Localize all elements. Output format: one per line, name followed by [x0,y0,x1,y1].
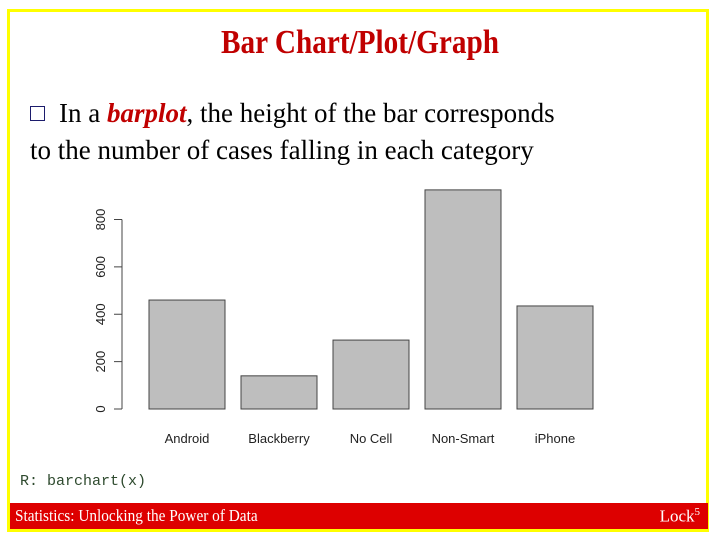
barplot-emphasis: barplot [106,98,187,128]
r-code: R: barchart(x) [20,473,147,490]
bar-iphone [516,305,594,410]
bars [148,189,594,410]
footer-author-name: Lock [659,506,695,526]
footer-bar: Statistics: Unlocking the Power of Data … [10,503,708,529]
footer-author-sup: 5 [694,506,701,518]
footer-author: Lock5 [660,506,700,527]
y-tick-label: 800 [93,209,108,231]
bar-chart: 0 200 400 600 800 Android Blackberry No Cell No… [93,189,594,446]
y-tick-label: 400 [93,303,108,325]
x-tick-label: Android [165,431,210,446]
x-tick-label: iPhone [535,431,575,446]
x-tick-label: Non-Smart [432,431,495,446]
bar-no-cell [332,339,410,410]
y-tick-label: 0 [93,405,108,412]
bar-blackberry [240,375,318,410]
x-tick-label: No Cell [350,431,393,446]
x-tick-label: Blackberry [248,431,310,446]
x-axis-labels: Android Blackberry No Cell Non-Smart iPhone [165,431,576,446]
footer-title: Statistics: Unlocking the Power of Data [15,506,258,525]
bullet-prefix: In a [59,98,107,128]
bar-android [148,299,226,410]
bullet-text: In a barplot, the height of the bar corr… [30,95,710,169]
y-axis: 0 200 400 600 800 [93,209,123,413]
y-tick-label: 600 [93,256,108,278]
bullet-square-icon [30,106,45,121]
slide-title: Bar Chart/Plot/Graph [220,24,500,61]
bullet-line2: to the number of cases falling in each c… [30,135,534,165]
y-tick-label: 200 [93,351,108,373]
bullet-suffix: , the height of the bar corresponds [186,98,555,128]
bar-non-smart [424,189,502,410]
